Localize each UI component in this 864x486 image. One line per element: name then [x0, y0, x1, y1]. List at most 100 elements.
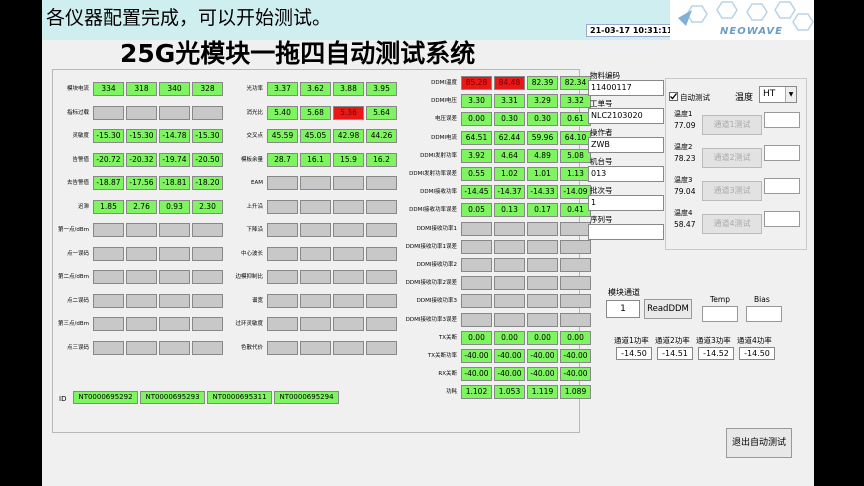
tx-label-12: 色散代价 [240, 344, 263, 351]
ddmi-r4-ch1-value: 64.51 [461, 130, 492, 145]
rx-r8-ch2-value [126, 246, 157, 261]
station-field[interactable]: 013 [588, 166, 664, 182]
tx-r10-ch3-value [333, 293, 364, 308]
ddmi-r13-ch1-value [461, 294, 492, 309]
rx-r9-ch4-value [192, 270, 223, 284]
module-channel-field[interactable]: 1 [606, 300, 640, 318]
ddmi-r11-ch3-value [527, 258, 558, 272]
rx-r11-ch4-value [192, 317, 223, 331]
rx-r5-ch2-value: -17.56 [126, 176, 157, 190]
rx-r10-ch4-value [192, 293, 223, 308]
channel-3-test-button[interactable]: 通道3测试 [702, 181, 762, 201]
ddmi-r16-ch1-value: -40.00 [461, 349, 492, 363]
rx-r6-ch2-value: 2.76 [126, 199, 157, 214]
rx-r5-ch4-value: -18.20 [192, 176, 223, 190]
chevron-down-icon: ▼ [785, 87, 796, 102]
ddmi-label-10: DDMI接收功率1误差 [405, 243, 457, 250]
work-order-field[interactable]: NLC2103020 [588, 108, 664, 124]
checkmark-icon [670, 93, 678, 100]
tx-r2-ch3-value: 5.36 [333, 105, 364, 120]
material-code-field[interactable]: 11400117 [588, 80, 664, 96]
channel-3-result-box [764, 178, 800, 194]
serial-field[interactable] [588, 224, 664, 240]
temperature-select-value: HT [763, 89, 776, 99]
ddmi-r5-ch1-value: 3.92 [461, 148, 492, 163]
tx-r2-ch2-value: 5.68 [300, 105, 331, 120]
tx-r12-ch2-value [300, 340, 331, 355]
rx-r10-ch1-value [93, 293, 124, 308]
tx-r8-ch3-value [333, 246, 364, 261]
rx-label-6: 迟滞 [77, 203, 89, 210]
ddmi-r12-ch1-value [461, 276, 492, 291]
rx-r9-ch1-value [93, 270, 124, 284]
rx-label-2: 指标过载 [66, 109, 89, 116]
tx-label-5: EAM [251, 180, 263, 186]
rx-r1-ch3-value: 340 [159, 82, 190, 96]
tx-label-9: 边模抑制比 [235, 274, 263, 280]
temperature-select[interactable]: HT ▼ [759, 86, 797, 103]
exit-auto-test-button[interactable]: 退出自动测试 [726, 428, 792, 458]
tx-r11-ch2-value [300, 317, 331, 331]
tx-r1-ch3-value: 3.88 [333, 82, 364, 96]
ddmi-r11-ch4-value [560, 258, 591, 272]
channel-2-result-box [764, 145, 800, 161]
auto-test-checkbox[interactable] [669, 92, 678, 101]
ddmi-r16-ch4-value: -40.00 [560, 349, 591, 363]
ddmi-r14-ch1-value [461, 312, 492, 327]
ddmi-label-17: RX关断 [438, 371, 457, 378]
ddmi-r8-ch1-value: 0.05 [461, 203, 492, 218]
ddmi-r4-ch4-value: 64.10 [560, 130, 591, 145]
tx-label-6: 上升沿 [246, 203, 263, 210]
tx-r10-ch1-value [267, 293, 298, 308]
results-panel: 模块电流 334 318 340 328 指标过载 灵敏度 -15.30 -15.30 -14.7… [52, 69, 591, 433]
rx-r4-ch3-value: -19.74 [159, 152, 190, 167]
ddmi-r4-ch2-value: 62.44 [494, 130, 525, 145]
rx-r12-ch2-value [126, 340, 157, 355]
channel-1-power-label: 通道1功率 [614, 336, 649, 345]
rx-r7-ch1-value [93, 223, 124, 237]
ddmi-label-12: DDMI接收功率2误差 [405, 280, 457, 287]
ddmi-r18-ch4-value: 1.089 [560, 385, 591, 400]
ddmi-label-1: DDMI温度 [431, 80, 457, 86]
ddmi-r7-ch3-value: -14.33 [527, 185, 558, 200]
module-channel-label: 模块通道 [608, 288, 640, 297]
tx-r7-ch3-value [333, 223, 364, 237]
tx-r2-ch1-value: 5.40 [267, 105, 298, 120]
rx-r3-ch2-value: -15.30 [126, 129, 157, 143]
rx-r11-ch3-value [159, 317, 190, 331]
auto-test-label: 自动测试 [680, 93, 710, 102]
ddmi-r17-ch1-value: -40.00 [461, 367, 492, 382]
ddmi-r2-ch1-value: 3.30 [461, 94, 492, 109]
ddmi-r14-ch3-value [527, 312, 558, 327]
rx-r7-ch2-value [126, 223, 157, 237]
channel-2-test-button[interactable]: 通道2测试 [702, 148, 762, 168]
ddmi-label-8: DDMI接收功率误差 [409, 207, 457, 214]
rx-r2-ch3-value [159, 105, 190, 120]
channel-1-test-button[interactable]: 通道1测试 [702, 115, 762, 135]
batch-field[interactable]: 1 [588, 195, 664, 211]
ddmi-r4-ch3-value: 59.96 [527, 130, 558, 145]
tx-r3-ch3-value: 42.98 [333, 129, 364, 143]
rx-r6-ch3-value: 0.93 [159, 199, 190, 214]
read-ddm-button[interactable]: ReadDDM [644, 299, 692, 319]
operator-field[interactable]: ZWB [588, 137, 664, 153]
rx-label-1: 模块电流 [66, 86, 89, 92]
channel-4-temp-value: 58.47 [674, 220, 696, 229]
rx-r1-ch4-value: 328 [192, 82, 223, 96]
ddmi-r15-ch1-value: 0.00 [461, 330, 492, 345]
channel-2-power-value: -14.51 [657, 347, 693, 360]
channel-1-result-box [764, 112, 800, 128]
ddmi-label-13: DDMI接收功率3 [416, 298, 457, 305]
ddmi-label-4: DDMI电流 [431, 134, 457, 141]
ddmi-label-5: DDMI发射功率 [420, 152, 457, 159]
channel-4-test-button[interactable]: 通道4测试 [702, 214, 762, 234]
ddmi-label-6: DDMI发射功率误差 [409, 171, 457, 177]
ddmi-r7-ch1-value: -14.45 [461, 185, 492, 200]
tx-r1-ch1-value: 3.37 [267, 82, 298, 96]
rx-r5-ch3-value: -18.81 [159, 176, 190, 190]
ddmi-r8-ch3-value: 0.17 [527, 203, 558, 218]
tx-r5-ch1-value [267, 176, 298, 190]
channel-4-power-value: -14.50 [739, 347, 775, 360]
rx-r6-ch4-value: 2.30 [192, 199, 223, 214]
ddmi-label-2: DDMI电压 [431, 98, 457, 105]
